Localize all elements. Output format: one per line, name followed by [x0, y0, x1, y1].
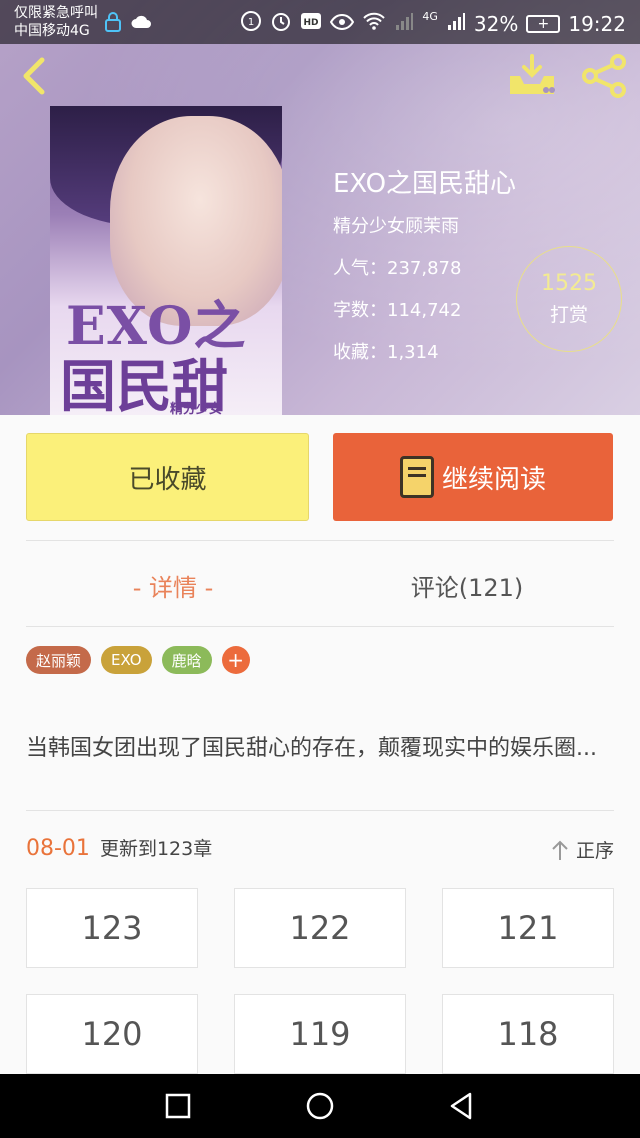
arrow-up-icon: [552, 840, 568, 860]
favorite-button[interactable]: 已收藏: [26, 433, 309, 521]
back-button[interactable]: [14, 54, 54, 98]
popularity-row: 人气：237,878: [333, 258, 462, 279]
word-count-row: 字数：114,742: [333, 300, 462, 321]
word-count-value: 114,742: [387, 300, 462, 321]
book-info: EXO之国民甜心 精分少女顾茉雨 人气：237,878 字数：114,742 收…: [333, 166, 516, 364]
hd-icon: HD: [300, 11, 322, 36]
cover-subtitle: 精分少女: [170, 402, 223, 415]
sort-label: 正序: [575, 840, 614, 862]
share-button[interactable]: [578, 54, 630, 98]
tip-count: 1525: [541, 271, 597, 296]
book-title: EXO之国民甜心: [333, 169, 517, 199]
add-tag-button[interactable]: +: [221, 646, 250, 674]
tip-label: 打赏: [549, 304, 588, 326]
tag-item[interactable]: EXO: [101, 646, 152, 674]
tag-item[interactable]: 赵丽颖: [26, 646, 92, 674]
collect-count-value: 1,314: [387, 342, 439, 363]
collect-count-row: 收藏：1,314: [333, 342, 439, 363]
battery-percent: 32%: [473, 11, 519, 36]
sort-button[interactable]: 正序: [550, 836, 614, 863]
eye-icon: [330, 12, 355, 36]
continue-reading-label: 继续阅读: [441, 464, 546, 495]
alarm-icon: [270, 10, 292, 37]
update-text: 更新到123章: [99, 838, 213, 860]
clock: 19:22: [568, 11, 626, 36]
chapter-grid: 123 122 121 120 119 118: [26, 888, 614, 1074]
download-button[interactable]: [506, 54, 558, 98]
battery-icon: +: [526, 14, 561, 33]
sim-lock-icon: [104, 12, 122, 36]
chapter-button[interactable]: 123: [26, 888, 198, 968]
update-date: 08-01: [26, 836, 90, 861]
book-author[interactable]: 精分少女顾茉雨: [333, 212, 516, 238]
carrier-line2: 中国移动4G: [14, 23, 90, 39]
tip-button[interactable]: 1525 打赏: [516, 246, 622, 352]
status-bar: 仅限紧急呼叫 中国移动4G 1 HD 4G 32% + 19:22: [0, 0, 640, 44]
chapter-button[interactable]: 120: [26, 994, 198, 1074]
svg-text:HD: HD: [304, 18, 319, 28]
wifi-icon: [362, 11, 386, 36]
top-bar: [0, 44, 640, 108]
network-type: 4G: [422, 10, 438, 23]
divider: [26, 540, 614, 541]
tag-list: 赵丽颖 EXO 鹿晗 +: [26, 646, 250, 674]
signal-icon: [394, 11, 414, 36]
home-button[interactable]: [304, 1090, 336, 1122]
triangle-back-icon: [450, 1092, 472, 1120]
chevron-left-icon: [23, 57, 45, 95]
cloud-icon: [130, 12, 152, 36]
chapter-button[interactable]: 119: [234, 994, 406, 1074]
chapter-button[interactable]: 122: [234, 888, 406, 968]
system-nav-bar: [0, 1074, 640, 1138]
share-icon: [582, 54, 626, 98]
carrier-info: 仅限紧急呼叫 中国移动4G: [14, 4, 98, 40]
divider: [26, 810, 614, 811]
recents-button[interactable]: [162, 1090, 194, 1122]
continue-reading-button[interactable]: 继续阅读: [333, 433, 613, 521]
tab-comments[interactable]: 评论(121): [320, 560, 614, 610]
tab-detail[interactable]: - 详情 -: [26, 560, 320, 610]
signal-strong-icon: [446, 11, 466, 36]
tag-item[interactable]: 鹿晗: [161, 646, 212, 674]
carrier-line1: 仅限紧急呼叫: [14, 5, 98, 21]
book-icon: [399, 456, 434, 498]
download-icon: [510, 54, 555, 94]
back-nav-button[interactable]: [446, 1090, 478, 1122]
book-description[interactable]: 当韩国女团出现了国民甜心的存在，颠覆现实中的娱乐圈...: [26, 734, 616, 764]
update-info[interactable]: 08-01 更新到123章: [26, 834, 212, 861]
popularity-value: 237,878: [387, 258, 462, 279]
book-cover[interactable]: EXO之 国民甜心 精分少女: [50, 106, 282, 415]
chapter-button[interactable]: 118: [442, 994, 614, 1074]
square-icon: [165, 1093, 191, 1119]
data-saver-icon: 1: [240, 10, 262, 37]
chapter-button[interactable]: 121: [442, 888, 614, 968]
divider: [26, 626, 614, 627]
circle-icon: [306, 1092, 334, 1120]
svg-text:1: 1: [248, 17, 254, 28]
